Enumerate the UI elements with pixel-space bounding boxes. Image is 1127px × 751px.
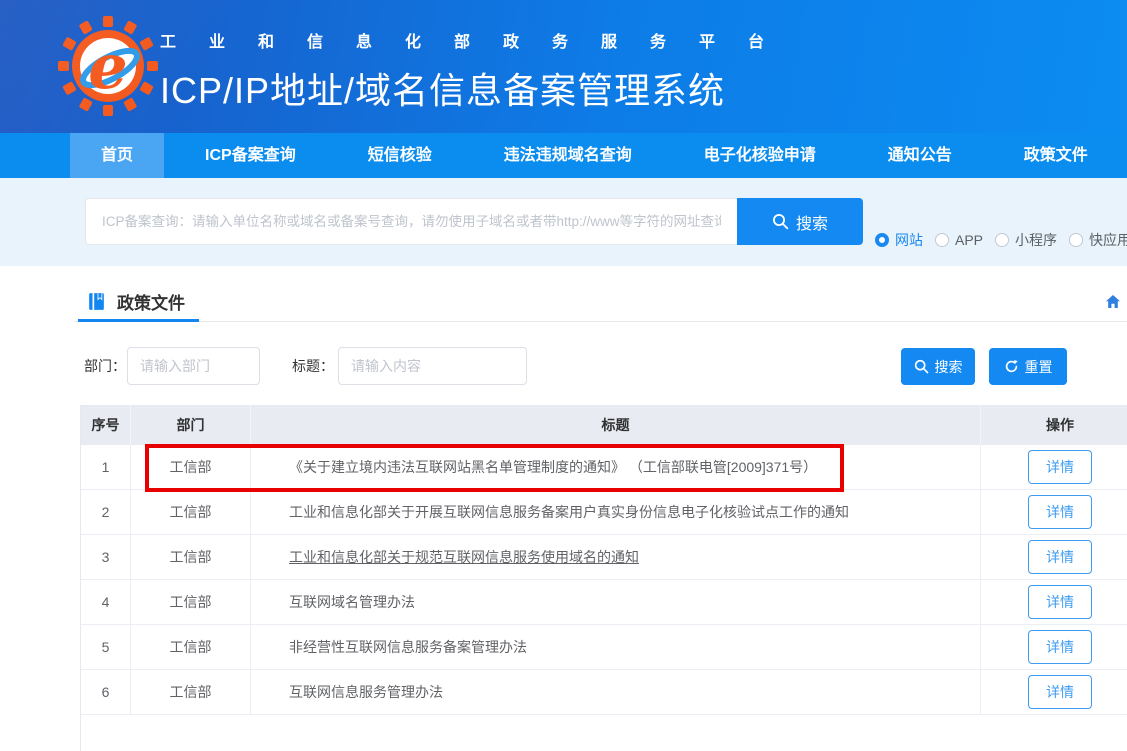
filter-search-label: 搜索: [935, 357, 963, 377]
icp-search-button-label: 搜索: [796, 210, 828, 234]
radio-quickapp-label: 快应用: [1089, 230, 1127, 250]
row-title-link[interactable]: 工业和信息化部关于规范互联网信息服务使用域名的通知: [289, 547, 639, 567]
magnifier-icon: [772, 213, 789, 230]
nav-item-sms-verify[interactable]: 短信核验: [337, 133, 463, 178]
gear-e-logo-icon: e: [58, 16, 158, 116]
row-dept: 工信部: [131, 625, 251, 669]
radio-quickapp-dot: [1069, 233, 1083, 247]
row-title-text[interactable]: 《关于建立境内违法互联网站黑名单管理制度的通知》 （工信部联电管[2009]37…: [289, 457, 817, 477]
miit-gear-e-logo: e: [58, 16, 158, 116]
radio-miniprogram-dot: [995, 233, 1009, 247]
row-action: 详情: [981, 670, 1127, 714]
icp-search-button[interactable]: 搜索: [737, 198, 863, 245]
row-seq: 4: [81, 580, 131, 624]
detail-button[interactable]: 详情: [1028, 495, 1092, 529]
row-title-text[interactable]: 工业和信息化部关于开展互联网信息服务备案用户真实身份信息电子化核验试点工作的通知: [289, 502, 849, 522]
row-title: 工业和信息化部关于规范互联网信息服务使用域名的通知: [251, 535, 981, 579]
nav-item-home[interactable]: 首页: [70, 133, 164, 178]
icp-search-strip: 搜索: [0, 178, 1127, 266]
detail-button[interactable]: 详情: [1028, 675, 1092, 709]
radio-app-dot: [935, 233, 949, 247]
row-seq: 6: [81, 670, 131, 714]
col-header-title: 标题: [251, 405, 981, 445]
table-row: 4 工信部 互联网域名管理办法 详情: [81, 580, 1127, 625]
radio-app-label: APP: [955, 232, 983, 248]
row-title-text[interactable]: 非经营性互联网信息服务备案管理办法: [289, 637, 527, 657]
icp-search-input[interactable]: [85, 198, 737, 245]
radio-website-dot: [875, 233, 889, 247]
detail-button[interactable]: 详情: [1028, 540, 1092, 574]
nav-item-illegal-domain-query[interactable]: 违法违规域名查询: [473, 133, 663, 178]
title-filter-input[interactable]: [338, 347, 527, 385]
magnifier-icon: [914, 359, 929, 374]
filter-reset-label: 重置: [1025, 357, 1053, 377]
row-dept: 工信部: [131, 445, 251, 489]
table-row: 6 工信部 互联网信息服务管理办法 详情: [81, 670, 1127, 715]
nav-item-policy-files[interactable]: 政策文件: [993, 133, 1119, 178]
dept-filter-label: 部门：: [84, 347, 126, 385]
row-action: 详情: [981, 490, 1127, 534]
filter-search-button[interactable]: 搜索: [901, 348, 975, 385]
row-title: 工业和信息化部关于开展互联网信息服务备案用户真实身份信息电子化核验试点工作的通知: [251, 490, 981, 534]
section-title-tab: 政策文件: [78, 284, 199, 322]
nav-item-icp-query[interactable]: ICP备案查询: [174, 133, 327, 178]
platform-name: 工业和信息化部政务服务平台: [160, 28, 797, 52]
row-title-text[interactable]: 互联网域名管理办法: [289, 592, 415, 612]
nav-item-notices[interactable]: 通知公告: [857, 133, 983, 178]
radio-miniprogram[interactable]: 小程序: [995, 230, 1057, 250]
row-dept: 工信部: [131, 535, 251, 579]
row-action: 详情: [981, 625, 1127, 669]
policy-book-icon: [86, 291, 107, 312]
table-row: 1 工信部 《关于建立境内违法互联网站黑名单管理制度的通知》 （工信部联电管[2…: [81, 445, 1127, 490]
row-dept: 工信部: [131, 670, 251, 714]
row-title: 《关于建立境内违法互联网站黑名单管理制度的通知》 （工信部联电管[2009]37…: [251, 445, 981, 489]
section-header: 政策文件 首页 > 政策文件: [75, 278, 1127, 322]
row-action: 详情: [981, 535, 1127, 579]
filter-bar: 部门： 标题： 搜索 重置: [0, 337, 1127, 387]
system-title: ICP/IP地址/域名信息备案管理系统: [160, 62, 797, 114]
site-banner: e 工业和信息化部政务服务平台 ICP/IP地址/域名信息备案管理系统: [0, 0, 1127, 133]
svg-text:e: e: [88, 30, 127, 103]
filter-reset-button[interactable]: 重置: [989, 348, 1067, 385]
col-header-seq: 序号: [81, 405, 131, 445]
detail-button[interactable]: 详情: [1028, 450, 1092, 484]
row-seq: 2: [81, 490, 131, 534]
refresh-icon: [1004, 359, 1019, 374]
row-dept: 工信部: [131, 580, 251, 624]
page-root: e 工业和信息化部政务服务平台 ICP/IP地址/域名信息备案管理系统 首页 I…: [0, 0, 1127, 751]
table-header-row: 序号 部门 标题 操作: [81, 405, 1127, 445]
col-header-action: 操作: [981, 405, 1127, 445]
row-seq: 1: [81, 445, 131, 489]
breadcrumb: 首页 > 政策文件: [1105, 291, 1127, 311]
row-action: 详情: [981, 445, 1127, 489]
radio-website-label: 网站: [895, 230, 923, 250]
row-seq: 3: [81, 535, 131, 579]
col-header-dept: 部门: [131, 405, 251, 445]
query-type-radio-group: 网站 APP 小程序 快应用: [875, 230, 1127, 250]
row-dept: 工信部: [131, 490, 251, 534]
radio-website[interactable]: 网站: [875, 230, 923, 250]
row-action: 详情: [981, 580, 1127, 624]
radio-quickapp[interactable]: 快应用: [1069, 230, 1127, 250]
radio-miniprogram-label: 小程序: [1015, 230, 1057, 250]
row-title-text[interactable]: 互联网信息服务管理办法: [289, 682, 443, 702]
section-title: 政策文件: [117, 289, 185, 314]
row-title: 互联网域名管理办法: [251, 580, 981, 624]
radio-app[interactable]: APP: [935, 232, 983, 248]
table-row: 5 工信部 非经营性互联网信息服务备案管理办法 详情: [81, 625, 1127, 670]
house-icon: [1105, 294, 1121, 309]
table-row: 3 工信部 工业和信息化部关于规范互联网信息服务使用域名的通知 详情: [81, 535, 1127, 580]
row-title: 非经营性互联网信息服务备案管理办法: [251, 625, 981, 669]
detail-button[interactable]: 详情: [1028, 630, 1092, 664]
row-title: 互联网信息服务管理办法: [251, 670, 981, 714]
detail-button[interactable]: 详情: [1028, 585, 1092, 619]
policy-table: 序号 部门 标题 操作 1 工信部 《关于建立境内违法互联网站黑名单管理制度的通…: [80, 405, 1127, 751]
nav-item-e-verify-apply[interactable]: 电子化核验申请: [673, 133, 847, 178]
row-seq: 5: [81, 625, 131, 669]
table-row: 2 工信部 工业和信息化部关于开展互联网信息服务备案用户真实身份信息电子化核验试…: [81, 490, 1127, 535]
title-filter-label: 标题：: [292, 347, 334, 385]
dept-filter-input[interactable]: [127, 347, 260, 385]
main-nav: 首页 ICP备案查询 短信核验 违法违规域名查询 电子化核验申请 通知公告 政策…: [0, 133, 1127, 178]
